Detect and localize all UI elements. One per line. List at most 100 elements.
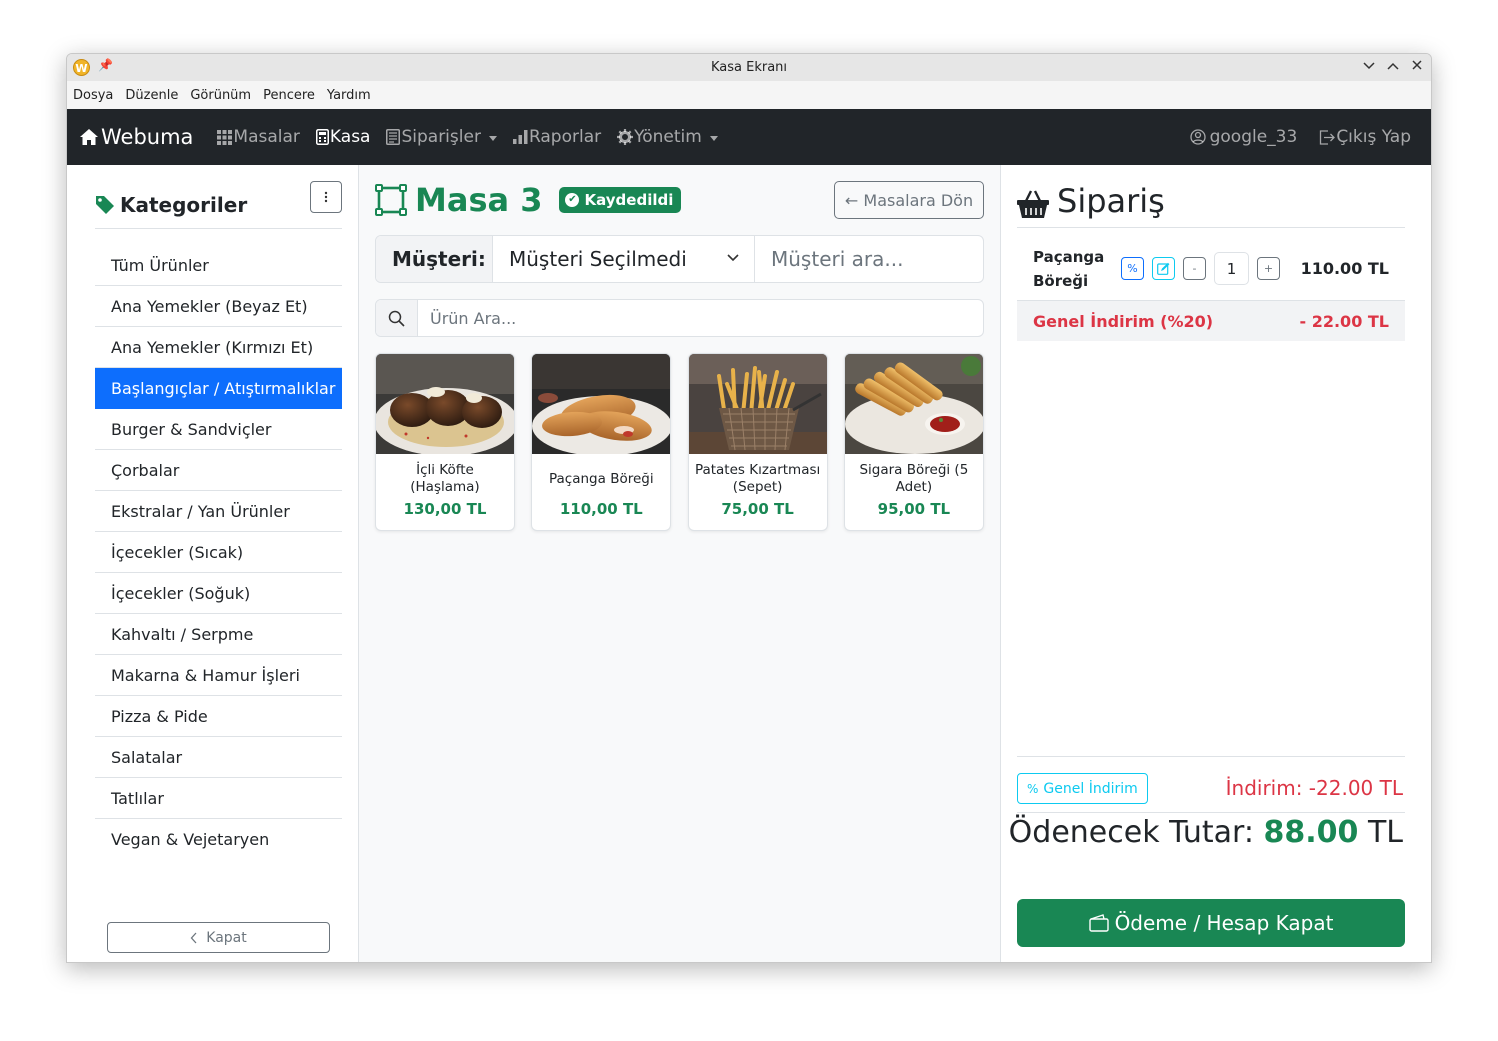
menu-pencere[interactable]: Pencere — [263, 88, 315, 103]
quantity-field[interactable]: 1 — [1214, 252, 1249, 285]
order-item-price: 110.00 TL — [1300, 259, 1389, 278]
chevron-left-icon — [190, 932, 197, 943]
category-sidebar: Kategoriler Tüm Ürünler Ana Yemekler (Be… — [67, 165, 359, 962]
gear-icon — [617, 129, 634, 145]
payable-label: Ödenecek Tutar: — [1008, 815, 1254, 850]
calculator-icon — [315, 129, 329, 145]
kebab-icon — [324, 191, 328, 203]
category-item[interactable]: Kahvaltı / Serpme — [95, 614, 342, 655]
more-options-button[interactable] — [310, 181, 342, 213]
pay-close-bill-button[interactable]: Ödeme / Hesap Kapat — [1017, 899, 1405, 947]
order-title: Sipariş — [1057, 182, 1165, 220]
category-item[interactable]: Burger & Sandviçler — [95, 409, 342, 450]
nav-raporlar-label: Raporlar — [528, 127, 602, 147]
category-item[interactable]: Ana Yemekler (Beyaz Et) — [95, 286, 342, 327]
user-circle-icon — [1189, 129, 1206, 145]
payable-total: Ödenecek Tutar: 88.00 TL — [1009, 815, 1403, 850]
order-item-row: Paçanga Böreği % - 1 + 110.00 TL — [1017, 237, 1405, 301]
product-price: 75,00 TL — [721, 500, 794, 518]
product-card[interactable]: Sigara Böreği (5 Adet) 95,00 TL — [843, 353, 984, 531]
pay-button-label: Ödeme / Hesap Kapat — [1114, 911, 1334, 935]
category-item[interactable]: Tüm Ürünler — [95, 245, 342, 286]
product-card[interactable]: Paçanga Böreği 110,00 TL — [531, 353, 672, 531]
collapse-label: Kapat — [206, 929, 247, 946]
nav-right: google_33 Çıkış Yap — [1168, 127, 1411, 147]
category-item[interactable]: Salatalar — [95, 737, 342, 778]
collapse-sidebar-button[interactable]: Kapat — [107, 922, 330, 953]
category-item[interactable]: Pizza & Pide — [95, 696, 342, 737]
customer-select[interactable]: Müşteri Seçilmedi — [493, 236, 755, 282]
order-item-name: Paçanga Böreği — [1033, 247, 1105, 290]
order-header: Sipariş — [1017, 181, 1405, 228]
minimize-icon[interactable] — [1359, 57, 1379, 77]
product-search: Ürün Ara... — [375, 299, 984, 337]
pin-icon[interactable]: 📌 — [98, 58, 113, 72]
decrease-qty-button[interactable]: - — [1183, 257, 1206, 280]
product-card[interactable]: İçli Köfte (Haşlama) 130,00 TL — [375, 353, 515, 531]
top-navbar: Webuma Masalar Kasa Siparişler Raporlar … — [67, 109, 1431, 165]
product-name: Sigara Böreği (5 Adet) — [859, 462, 969, 495]
maximize-icon[interactable] — [1383, 57, 1403, 77]
plus-icon: + — [1263, 262, 1274, 275]
product-card[interactable]: Patates Kızartması (Sepet) 75,00 TL — [687, 353, 828, 531]
product-image — [376, 354, 514, 454]
nav-siparisler[interactable]: Siparişler — [386, 127, 497, 147]
item-note-button[interactable] — [1152, 257, 1175, 280]
status-badge-label: Kaydedildi — [584, 191, 674, 209]
chevron-down-icon — [709, 135, 718, 141]
nav-yonetim-label: Yönetim — [634, 127, 702, 147]
payable-currency: TL — [1367, 815, 1403, 850]
nav-yonetim[interactable]: Yönetim — [617, 127, 718, 147]
search-icon — [376, 300, 418, 336]
general-discount-button[interactable]: % Genel İndirim — [1017, 773, 1148, 804]
sidebar-title: Kategoriler — [120, 192, 248, 217]
item-discount-button[interactable]: % — [1121, 257, 1144, 280]
nav-kasa-label: Kasa — [329, 127, 371, 147]
category-item[interactable]: Tatlılar — [95, 778, 342, 819]
product-name: İçli Köfte (Haşlama) — [410, 462, 480, 495]
table-name: Masa 3 — [415, 181, 543, 219]
check-circle-icon: ✔ — [565, 193, 580, 207]
discount-row-label: Genel İndirim (%20) — [1033, 311, 1214, 331]
discount-total: İndirim: -22.00 TL — [1225, 776, 1403, 800]
menu-duzenle[interactable]: Düzenle — [125, 88, 178, 103]
menu-gorunum[interactable]: Görünüm — [190, 88, 251, 103]
product-price: 110,00 TL — [559, 500, 643, 518]
logout-link[interactable]: Çıkış Yap — [1319, 127, 1411, 147]
logout-label: Çıkış Yap — [1336, 127, 1411, 147]
product-search-input[interactable]: Ürün Ara... — [418, 300, 516, 336]
divider — [1017, 756, 1405, 757]
chevron-down-icon — [488, 135, 497, 141]
table-icon — [375, 184, 407, 216]
menu-yardim[interactable]: Yardım — [327, 88, 371, 103]
brand-link[interactable]: Webuma — [79, 125, 193, 149]
nav-kasa[interactable]: Kasa — [315, 127, 371, 147]
app-logo-icon: W — [73, 59, 90, 76]
window-title: Kasa Ekranı — [710, 60, 788, 75]
category-item[interactable]: Ana Yemekler (Kırmızı Et) — [95, 327, 342, 368]
category-item[interactable]: İçecekler (Sıcak) — [95, 532, 342, 573]
product-name: Paçanga Böreği — [549, 470, 654, 487]
app-window: W 📌 Kasa Ekranı Dosya Düzenle Görünüm Pe… — [66, 53, 1432, 963]
menu-dosya[interactable]: Dosya — [73, 88, 113, 103]
wallet-icon — [1088, 914, 1109, 932]
category-item[interactable]: Çorbalar — [95, 450, 342, 491]
close-icon[interactable] — [1407, 57, 1427, 77]
category-item[interactable]: Makarna & Hamur İşleri — [95, 655, 342, 696]
user-name: google_33 — [1209, 127, 1298, 147]
user-menu[interactable]: google_33 — [1189, 127, 1298, 147]
nav-siparisler-label: Siparişler — [401, 127, 481, 147]
menu-bar: Dosya Düzenle Görünüm Pencere Yardım — [67, 81, 1431, 109]
nav-raporlar[interactable]: Raporlar — [512, 127, 602, 147]
category-item[interactable]: Ekstralar / Yan Ürünler — [95, 491, 342, 532]
category-item[interactable]: Vegan & Vejetaryen — [95, 819, 342, 860]
category-item[interactable]: İçecekler (Soğuk) — [95, 573, 342, 614]
nav-masalar[interactable]: Masalar — [217, 127, 300, 147]
bar-chart-icon — [512, 130, 528, 144]
chevron-down-icon — [727, 254, 739, 262]
customer-search-input[interactable]: Müşteri ara... — [755, 236, 983, 282]
increase-qty-button[interactable]: + — [1257, 257, 1280, 280]
category-item-active[interactable]: Başlangıçlar / Atıştırmalıklar — [95, 368, 342, 409]
title-bar: W 📌 Kasa Ekranı — [67, 54, 1431, 81]
back-to-tables-button[interactable]: ← Masalara Dön — [834, 181, 984, 219]
